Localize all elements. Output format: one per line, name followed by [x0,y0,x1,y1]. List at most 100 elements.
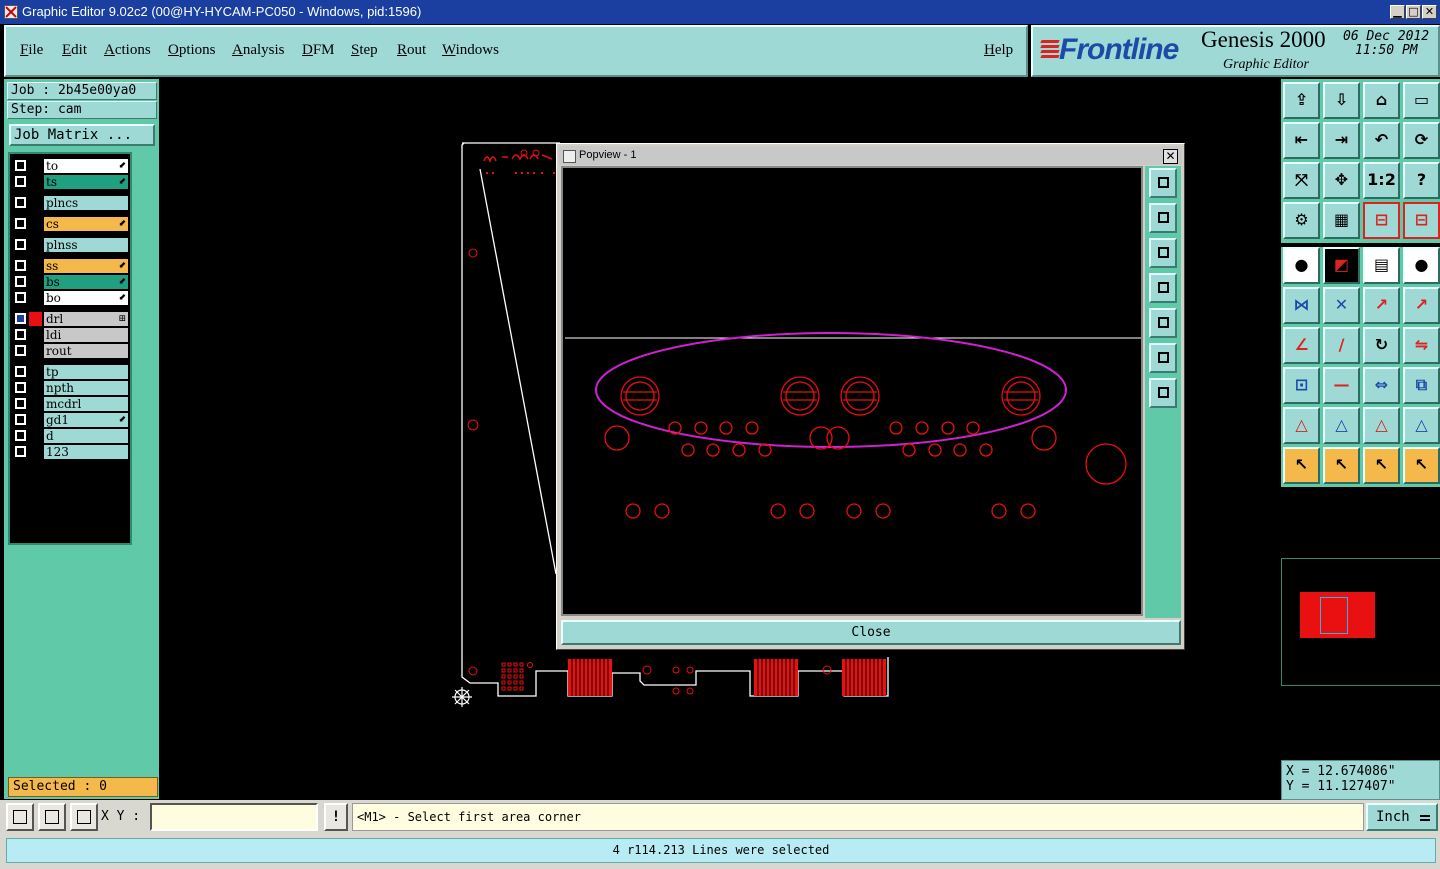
pointer-area-icon[interactable]: ↖ [1323,447,1360,484]
layer-row[interactable]: mcdrl [12,397,130,411]
layer-name[interactable]: 123 [44,445,128,459]
help-icon[interactable]: ? [1403,162,1440,199]
zoom-in-icon[interactable]: ⇩ [1323,82,1360,119]
layer-row[interactable]: plncs [12,196,130,210]
layer-color-swatch[interactable] [29,291,42,305]
pan-left-icon[interactable]: ⇤ [1283,122,1320,159]
layer-checkbox[interactable] [15,260,26,271]
layer-row[interactable]: bo ⬋ [12,291,130,305]
layer-name[interactable]: bs ⬋ [44,275,128,289]
split-icon[interactable]: — [1323,367,1360,404]
menu-analysis[interactable]: Analysis [232,42,285,59]
filter-4-icon[interactable]: △ [1403,407,1440,444]
menu-options[interactable]: Options [168,42,216,59]
popview-pan-down-icon[interactable] [1149,238,1177,268]
layer-row[interactable]: npth [12,381,130,395]
transform-icon[interactable]: ⧉ [1403,367,1440,404]
popview-pan-right-icon[interactable] [1149,308,1177,338]
menu-dfm[interactable]: DFM [302,42,335,59]
angle-mode-icon[interactable] [38,803,66,831]
layer-name[interactable]: ldi [44,328,128,342]
layer-checkbox[interactable] [15,329,26,340]
undo-zoom-icon[interactable]: ↶ [1363,122,1400,159]
add-circle-icon[interactable]: ● [1403,247,1440,284]
popview-close-icon[interactable]: ✕ [1163,149,1178,164]
rotate-icon[interactable]: ↻ [1363,327,1400,364]
layer-checkbox[interactable] [15,176,26,187]
layer-name[interactable]: to ⬋ [44,159,128,173]
layer-row[interactable]: rout [12,344,130,358]
layer-color-swatch[interactable] [29,312,42,326]
layer-row[interactable]: gd1 ⬋ [12,413,130,427]
pointer-net-icon[interactable]: ↖ [1403,447,1440,484]
layer-color-swatch[interactable] [29,275,42,289]
grid-icon[interactable]: ▦ [1323,202,1360,239]
layer-row[interactable]: plnss [12,238,130,252]
layer-row[interactable]: drl ⊞ [12,312,130,326]
fit-all-icon[interactable]: ⤧ [1283,162,1320,199]
job-matrix-button[interactable]: Job Matrix ... [9,124,155,146]
layer-color-swatch[interactable] [29,413,42,427]
layer-color-swatch[interactable] [29,381,42,395]
close-window-button[interactable]: ✕ [1422,5,1437,19]
layer-row[interactable]: 123 [12,445,130,459]
center-icon[interactable]: ✥ [1323,162,1360,199]
redraw-icon[interactable]: ⟳ [1403,122,1440,159]
move-icon[interactable]: ↗ [1363,287,1400,324]
units-select[interactable]: Inch [1366,803,1438,831]
snap-icon[interactable]: ⚙ [1283,202,1320,239]
one-to-one-icon[interactable]: 1:2 [1363,162,1400,199]
layer-name[interactable]: d [44,429,128,443]
layer-name[interactable]: plncs [44,196,128,210]
layer-select-icon[interactable]: ⊟ [1403,202,1440,239]
popview-canvas[interactable] [561,166,1143,616]
layer-name[interactable]: drl ⊞ [44,312,128,326]
layer-name[interactable]: cs ⬋ [44,217,128,231]
layer-checkbox[interactable] [15,398,26,409]
layer-checkbox[interactable] [15,218,26,229]
layer-row[interactable]: ss ⬋ [12,259,130,273]
layer-name[interactable]: bo ⬋ [44,291,128,305]
layer-checkbox[interactable] [15,160,26,171]
zoom-window-icon[interactable]: ▭ [1403,82,1440,119]
layer-name[interactable]: rout [44,344,128,358]
popview-pan-left-icon[interactable] [1149,273,1177,303]
layer-checkbox[interactable] [15,382,26,393]
layer-compare-icon[interactable]: ⊟ [1363,202,1400,239]
popview-center-icon[interactable] [1149,378,1177,408]
layer-checkbox[interactable] [15,446,26,457]
layer-name[interactable]: npth [44,381,128,395]
stretch-icon[interactable]: ⇔ [1363,367,1400,404]
layer-name[interactable]: ts ⬋ [44,175,128,189]
layer-checkbox[interactable] [15,276,26,287]
menu-edit[interactable]: Edit [62,42,87,59]
pointer-select-icon[interactable]: ↖ [1283,447,1320,484]
layer-color-swatch[interactable] [29,259,42,273]
maximize-button[interactable]: □ [1406,5,1421,19]
layer-row[interactable]: to ⬋ [12,159,130,173]
menu-help[interactable]: Help [984,42,1013,59]
layer-name[interactable]: plnss [44,238,128,252]
minimize-button[interactable]: ▁ [1390,5,1405,19]
layer-checkbox[interactable] [15,239,26,250]
pointer-feature-icon[interactable]: ↖ [1363,447,1400,484]
layer-row[interactable]: d [12,429,130,443]
menu-file[interactable]: File [20,42,43,59]
warning-button[interactable]: ! [324,803,348,831]
connect-icon[interactable]: ⋈ [1283,287,1320,324]
pan-right-icon[interactable]: ⇥ [1323,122,1360,159]
mirror-icon[interactable]: ⇋ [1403,327,1440,364]
layer-row[interactable]: bs ⬋ [12,275,130,289]
layer-color-swatch[interactable] [29,238,42,252]
menu-step[interactable]: Step [351,42,378,59]
xy-input[interactable] [150,803,318,831]
layer-color-swatch[interactable] [29,159,42,173]
layer-color-swatch[interactable] [29,217,42,231]
layer-color-swatch[interactable] [29,397,42,411]
menu-actions[interactable]: Actions [104,42,151,59]
layer-row[interactable]: tp [12,365,130,379]
menu-windows[interactable]: Windows [442,42,499,59]
menu-rout[interactable]: Rout [397,42,426,59]
add-pad-icon[interactable]: ● [1283,247,1320,284]
layer-checkbox[interactable] [15,197,26,208]
